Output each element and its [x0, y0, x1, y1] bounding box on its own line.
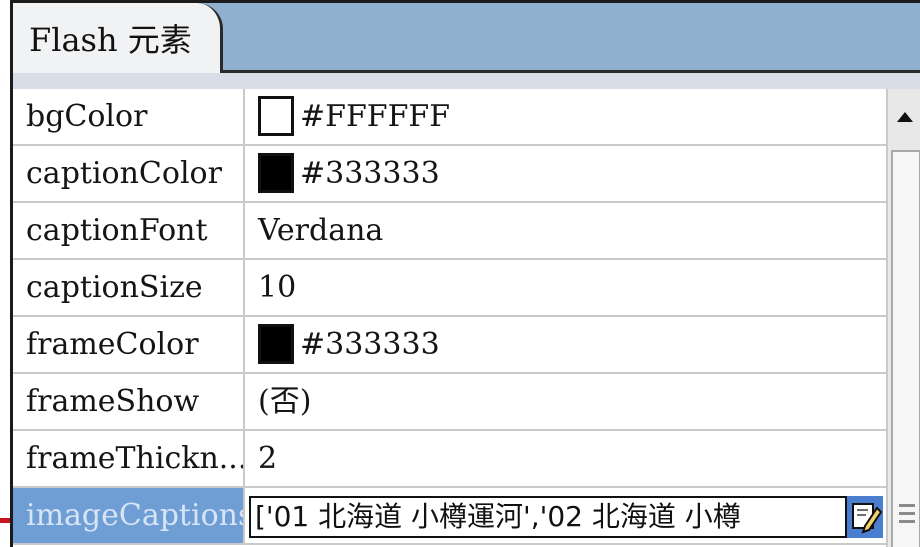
property-value-field[interactable]: 10 — [245, 260, 886, 315]
property-value-field[interactable]: 2 — [245, 431, 886, 486]
tab-flash-elements[interactable]: Flash 元素 — [13, 3, 223, 73]
scroll-grip-icon — [899, 504, 915, 528]
property-row-frameshow[interactable]: frameShow (否) — [13, 374, 886, 431]
property-name: frameThickn... — [13, 431, 245, 486]
tab-label: Flash 元素 — [29, 21, 192, 59]
property-value: #FFFFFF — [300, 99, 451, 134]
property-row-captionsize[interactable]: captionSize 10 — [13, 260, 886, 317]
property-value: 2 — [258, 441, 278, 476]
property-value: (否) — [258, 384, 312, 419]
property-row-captioncolor[interactable]: captionColor #333333 — [13, 146, 886, 203]
property-value-field[interactable]: (否) — [245, 374, 886, 429]
property-name: captionSize — [13, 260, 245, 315]
property-row-imagecaptions[interactable]: imageCaptions ['01 北海道 小樽運河','02 北海道 小樽 — [13, 488, 886, 545]
property-name: bgColor — [13, 89, 245, 144]
property-value-field[interactable]: #333333 — [245, 146, 886, 201]
property-row-framecolor[interactable]: frameColor #333333 — [13, 317, 886, 374]
property-row-framethickness[interactable]: frameThickn... 2 — [13, 431, 886, 488]
property-value-field[interactable]: Verdana — [245, 203, 886, 258]
property-value: 10 — [258, 270, 297, 305]
property-row-bgcolor[interactable]: bgColor #FFFFFF — [13, 89, 886, 146]
triangle-up-icon — [897, 112, 913, 122]
flash-properties-window: Flash 元素 bgColor #FFFFFF captionColor #3… — [0, 0, 920, 547]
property-row-captionfont[interactable]: captionFont Verdana — [13, 203, 886, 260]
scroll-up-button[interactable] — [888, 89, 920, 147]
property-grid: bgColor #FFFFFF captionColor #333333 cap… — [13, 89, 886, 547]
color-swatch[interactable] — [258, 153, 294, 193]
color-swatch[interactable] — [258, 324, 294, 364]
property-name: imageCaptions — [13, 488, 245, 543]
property-name: frameShow — [13, 374, 245, 429]
property-name: captionColor — [13, 146, 245, 201]
flash-properties-panel: Flash 元素 bgColor #FFFFFF captionColor #3… — [10, 0, 920, 547]
property-value: #333333 — [300, 327, 440, 362]
property-value: #333333 — [300, 156, 440, 191]
edit-array-button[interactable] — [847, 496, 883, 538]
vertical-scrollbar[interactable] — [886, 89, 920, 547]
property-value-field[interactable]: #FFFFFF — [245, 89, 886, 144]
image-captions-input[interactable]: ['01 北海道 小樽運河','02 北海道 小樽 — [249, 496, 847, 538]
property-value: Verdana — [258, 213, 384, 248]
panel-tab-bar: Flash 元素 — [13, 3, 920, 73]
property-name: frameColor — [13, 317, 245, 372]
property-name: captionFont — [13, 203, 245, 258]
edit-pencil-icon — [852, 503, 883, 534]
scroll-thumb[interactable] — [891, 150, 920, 547]
color-swatch[interactable] — [258, 96, 294, 136]
property-value-field[interactable]: #333333 — [245, 317, 886, 372]
